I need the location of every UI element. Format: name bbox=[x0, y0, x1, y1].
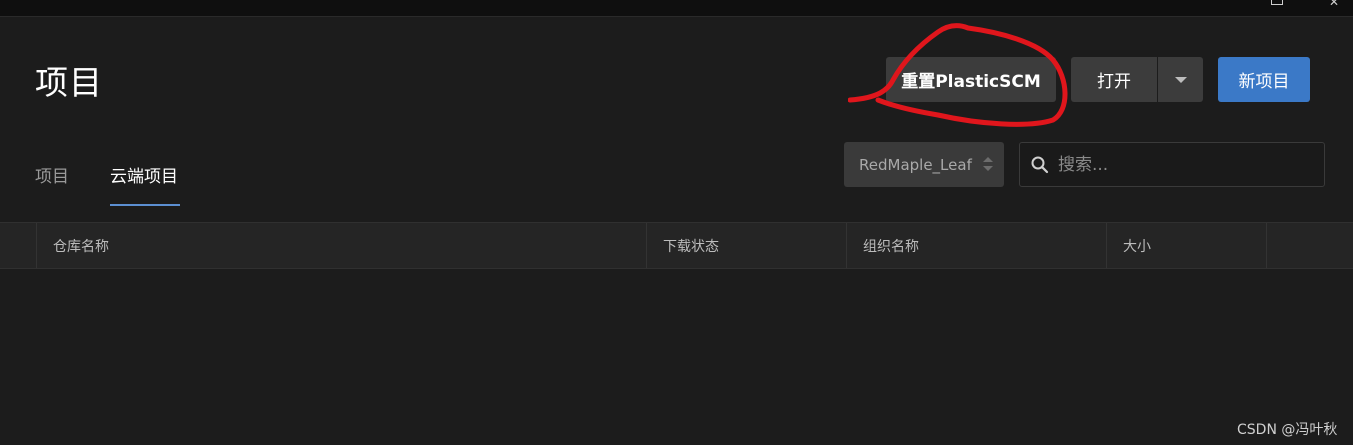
tab-cloud-projects[interactable]: 云端项目 bbox=[110, 162, 178, 206]
organization-select-value: RedMaple_Leaf bbox=[859, 155, 972, 174]
title-bar: ✕ bbox=[0, 0, 1353, 17]
chevron-down-icon bbox=[1174, 76, 1187, 83]
updown-arrows-icon bbox=[982, 154, 994, 174]
organization-select[interactable]: RedMaple_Leaf bbox=[844, 142, 1004, 187]
close-icon[interactable]: ✕ bbox=[1327, 0, 1341, 8]
table-header: 仓库名称 下载状态 组织名称 大小 bbox=[0, 222, 1353, 269]
open-dropdown-button[interactable] bbox=[1158, 57, 1203, 102]
search-icon bbox=[1031, 156, 1049, 174]
column-header-org-name[interactable]: 组织名称 bbox=[846, 223, 1106, 268]
open-button[interactable]: 打开 bbox=[1071, 57, 1157, 102]
page-title: 项目 bbox=[35, 63, 103, 102]
column-header-download-status[interactable]: 下载状态 bbox=[646, 223, 846, 268]
active-tab-indicator bbox=[110, 204, 180, 206]
tab-projects[interactable]: 项目 bbox=[35, 162, 69, 206]
column-header-repo-name[interactable]: 仓库名称 bbox=[36, 223, 646, 268]
reset-plasticscm-button[interactable]: 重置PlasticSCM bbox=[886, 57, 1056, 102]
column-header-extra bbox=[1266, 223, 1353, 268]
new-project-button[interactable]: 新项目 bbox=[1218, 57, 1310, 102]
column-header-size[interactable]: 大小 bbox=[1106, 223, 1266, 268]
column-header-select[interactable] bbox=[0, 223, 36, 268]
watermark: CSDN @冯叶秋 bbox=[1237, 422, 1338, 438]
maximize-icon[interactable] bbox=[1270, 0, 1284, 8]
search-input[interactable] bbox=[1058, 143, 1318, 186]
search-box[interactable] bbox=[1019, 142, 1325, 187]
